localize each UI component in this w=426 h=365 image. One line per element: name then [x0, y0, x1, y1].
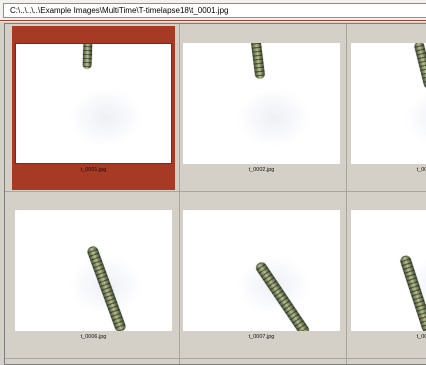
path-field[interactable]: C:\..\..\..\Example Images\MultiTime\T-t… — [3, 3, 426, 18]
thumbnail-cell-t0007[interactable]: t_0007.jpg — [180, 193, 343, 357]
thumbnail-cell-t0001[interactable]: t_0001.jpg — [12, 26, 175, 190]
thumbnail-grid: t_0001.jpg t_0002.jpg t_0003.jpg t_0006.… — [4, 23, 426, 365]
path-divider — [0, 20, 426, 21]
thumbnail-caption: t_0002.jpg — [248, 167, 275, 173]
path-text: C:\..\..\..\Example Images\MultiTime\T-t… — [10, 6, 229, 15]
thumbnail-caption: t_0003.jpg — [416, 167, 426, 173]
caterpillar-image — [413, 43, 426, 90]
caterpillar-image — [250, 43, 266, 80]
thumbnail-caption: t_0006.jpg — [80, 334, 107, 340]
thumbnail-image — [351, 43, 426, 164]
caterpillar-image — [82, 44, 93, 70]
thumbnail-cell-t0006[interactable]: t_0006.jpg — [12, 193, 175, 357]
thumbnail-image — [351, 210, 426, 331]
thumbnail-caption: t_0007.jpg — [248, 334, 275, 340]
thumbnail-caption: t_0008.jpg — [416, 334, 426, 340]
grid-divider — [5, 358, 426, 359]
caterpillar-image — [398, 254, 426, 331]
grid-divider — [5, 191, 426, 192]
thumbnail-cell-t0003[interactable]: t_0003.jpg — [348, 26, 426, 190]
thumbnail-image — [15, 210, 172, 331]
caterpillar-image — [253, 260, 312, 331]
path-bar: C:\..\..\..\Example Images\MultiTime\T-t… — [0, 0, 426, 22]
grid-divider — [346, 24, 347, 364]
caterpillar-image — [85, 244, 128, 331]
thumbnail-image — [183, 43, 340, 164]
thumbnail-cell-t0008[interactable]: t_0008.jpg — [348, 193, 426, 357]
thumbnail-caption: t_0001.jpg — [80, 167, 107, 173]
thumbnail-cell-t0002[interactable]: t_0002.jpg — [180, 26, 343, 190]
thumbnail-image — [15, 43, 172, 164]
thumbnail-image — [183, 210, 340, 331]
